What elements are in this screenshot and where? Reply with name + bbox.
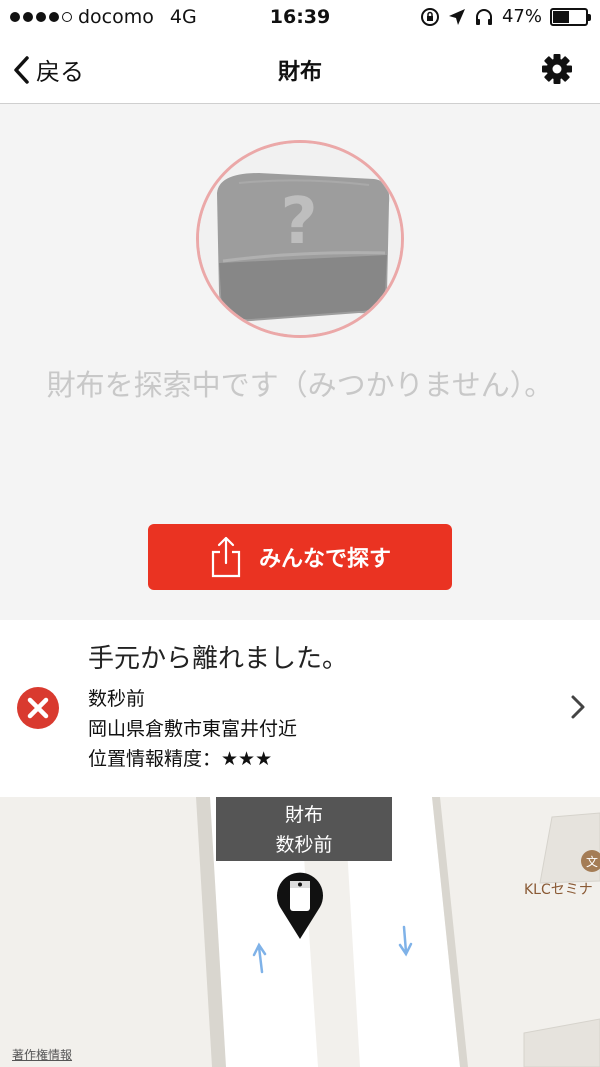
accuracy-label: 位置情報精度： xyxy=(88,748,222,770)
gear-icon[interactable] xyxy=(540,52,574,86)
status-location: 岡山県倉敷市東富井付近 xyxy=(88,718,298,740)
rotation-lock-icon xyxy=(420,7,439,26)
chevron-right-icon xyxy=(571,695,585,719)
status-bar: docomo 4G 16:39 47% xyxy=(0,0,600,34)
navigation-bar: 戻る 財布 xyxy=(0,34,600,104)
error-x-icon xyxy=(17,687,59,729)
battery-percent: 47% xyxy=(501,6,542,27)
accuracy-stars: ★★★ xyxy=(221,748,273,770)
svg-text:文: 文 xyxy=(586,854,598,869)
back-button[interactable]: 戻る xyxy=(12,52,84,87)
map-view[interactable]: 文 財布 数秒前 KLCセミナ 著作権情報 xyxy=(0,797,600,1067)
location-accuracy: 位置情報精度：★★★ xyxy=(88,744,272,771)
back-label: 戻る xyxy=(36,58,84,86)
status-icons: 47% xyxy=(420,6,591,27)
search-status-message: 財布を探索中です（みつかりません）。 xyxy=(46,368,554,402)
share-button-label: みんなで探す xyxy=(258,547,391,572)
callout-name: 財布 xyxy=(284,804,323,826)
share-search-button[interactable]: みんなで探す xyxy=(148,524,452,590)
tag-location-pin-icon[interactable] xyxy=(274,871,326,941)
status-detail-row[interactable]: 手元から離れました。 数秒前 岡山県倉敷市東富井付近 位置情報精度：★★★ xyxy=(0,620,600,797)
item-hero: ? 財布を探索中です（みつかりません）。 みんなで探す xyxy=(0,104,600,620)
share-icon xyxy=(211,536,241,578)
wallet-photo: ? xyxy=(196,140,404,338)
callout-time: 数秒前 xyxy=(275,834,333,856)
wallet-image: ? xyxy=(199,143,401,335)
page-title: 財布 xyxy=(277,60,322,85)
map-item-callout: 財布 数秒前 xyxy=(216,797,392,861)
status-time: 数秒前 xyxy=(88,688,146,710)
map-copyright-link[interactable]: 著作権情報 xyxy=(12,1046,72,1063)
map-poi-label: KLCセミナ xyxy=(524,882,593,898)
chevron-left-icon xyxy=(14,55,29,84)
status-heading: 手元から離れました。 xyxy=(88,644,349,674)
location-arrow-icon xyxy=(448,8,465,25)
headphones-icon xyxy=(475,8,492,25)
battery-icon xyxy=(550,7,591,26)
